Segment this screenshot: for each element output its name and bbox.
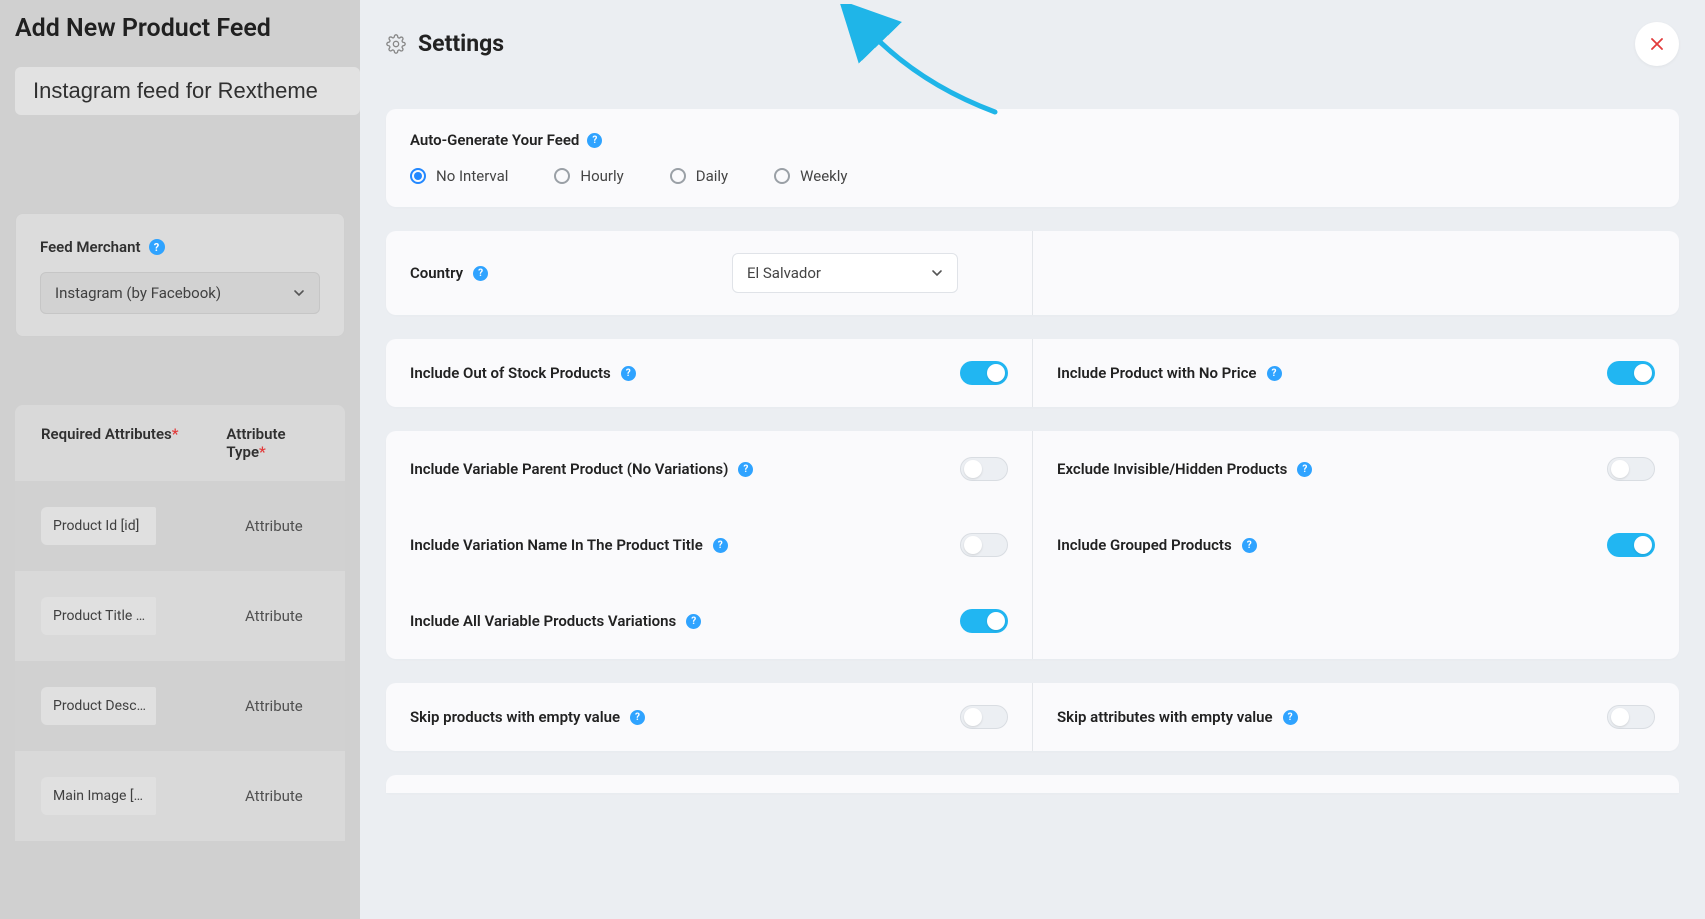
help-icon[interactable]: ?: [738, 462, 753, 477]
settings-overlay: Settings Auto-Generate Your Feed ? N: [360, 0, 1705, 919]
grouped-toggle[interactable]: [1607, 533, 1655, 557]
auto-generate-card: Auto-Generate Your Feed ? No Interval Ho…: [386, 109, 1679, 207]
chevron-down-icon: [931, 267, 943, 279]
grouped-label: Include Grouped Products: [1057, 536, 1232, 554]
toggle-group-2: Include Variable Parent Product (No Vari…: [386, 431, 1679, 659]
var-parent-label: Include Variable Parent Product (No Vari…: [410, 460, 728, 478]
skip-attr-empty-toggle[interactable]: [1607, 705, 1655, 729]
page-title: Add New Product Feed: [15, 14, 345, 43]
var-parent-toggle[interactable]: [960, 457, 1008, 481]
table-row[interactable]: Main Image [… Attribute: [15, 751, 345, 841]
no-price-label: Include Product with No Price: [1057, 364, 1257, 382]
feed-merchant-select[interactable]: Instagram (by Facebook): [40, 272, 320, 314]
help-icon[interactable]: ?: [1297, 462, 1312, 477]
exclude-hidden-label: Exclude Invisible/Hidden Products: [1057, 460, 1287, 478]
help-icon[interactable]: ?: [1242, 538, 1257, 553]
all-var-toggle[interactable]: [960, 609, 1008, 633]
country-card: Country ? El Salvador: [386, 231, 1679, 315]
var-name-title-toggle[interactable]: [960, 533, 1008, 557]
attribute-chip[interactable]: Product Title …: [41, 597, 156, 635]
feed-title-input[interactable]: [15, 67, 360, 115]
skip-prod-empty-label: Skip products with empty value: [410, 708, 620, 726]
radio-hourly[interactable]: Hourly: [554, 167, 623, 185]
toggle-group-3: Skip products with empty value ? Skip at…: [386, 683, 1679, 751]
table-row[interactable]: Product Title … Attribute: [15, 571, 345, 661]
settings-header: Settings: [360, 0, 1705, 87]
no-price-toggle[interactable]: [1607, 361, 1655, 385]
attribute-chip[interactable]: Main Image […: [41, 777, 156, 815]
radio-daily[interactable]: Daily: [670, 167, 728, 185]
attributes-header: Required Attributes* Attribute Type*: [15, 405, 345, 481]
all-var-label: Include All Variable Products Variations: [410, 612, 676, 630]
country-label: Country: [410, 264, 463, 282]
radio-weekly[interactable]: Weekly: [774, 167, 847, 185]
help-icon[interactable]: ?: [1267, 366, 1282, 381]
var-name-title-label: Include Variation Name In The Product Ti…: [410, 536, 703, 554]
attribute-chip[interactable]: Product Desc…: [41, 687, 156, 725]
help-icon[interactable]: ?: [713, 538, 728, 553]
table-row[interactable]: Product Desc… Attribute: [15, 661, 345, 751]
table-row[interactable]: Product Id [id] Attribute: [15, 481, 345, 571]
background-panel: Add New Product Feed Feed Merchant ? Ins…: [0, 0, 360, 919]
out-of-stock-toggle[interactable]: [960, 361, 1008, 385]
exclude-hidden-toggle[interactable]: [1607, 457, 1655, 481]
help-icon[interactable]: ?: [1283, 710, 1298, 725]
out-of-stock-label: Include Out of Stock Products: [410, 364, 611, 382]
skip-attr-empty-label: Skip attributes with empty value: [1057, 708, 1273, 726]
help-icon[interactable]: ?: [587, 133, 602, 148]
help-icon[interactable]: ?: [473, 266, 488, 281]
country-select[interactable]: El Salvador: [732, 253, 958, 293]
attributes-table: Required Attributes* Attribute Type* Pro…: [15, 405, 345, 841]
close-icon: [1649, 36, 1665, 52]
chevron-down-icon: [293, 287, 305, 299]
settings-body: Auto-Generate Your Feed ? No Interval Ho…: [360, 87, 1705, 793]
help-icon[interactable]: ?: [621, 366, 636, 381]
help-icon[interactable]: ?: [686, 614, 701, 629]
skip-prod-empty-toggle[interactable]: [960, 705, 1008, 729]
close-button[interactable]: [1635, 22, 1679, 66]
feed-merchant-label: Feed Merchant ?: [40, 238, 320, 256]
auto-generate-options: No Interval Hourly Daily Weekly: [410, 167, 1655, 185]
settings-title: Settings: [418, 30, 504, 57]
auto-generate-label: Auto-Generate Your Feed ?: [410, 131, 1655, 149]
next-card-edge: [386, 775, 1679, 793]
attribute-chip[interactable]: Product Id [id]: [41, 507, 156, 545]
radio-no-interval[interactable]: No Interval: [410, 167, 508, 185]
toggle-group-1: Include Out of Stock Products ? Include …: [386, 339, 1679, 407]
help-icon[interactable]: ?: [630, 710, 645, 725]
gear-icon: [386, 34, 406, 54]
help-icon[interactable]: ?: [149, 239, 165, 255]
feed-merchant-card: Feed Merchant ? Instagram (by Facebook): [15, 213, 345, 337]
